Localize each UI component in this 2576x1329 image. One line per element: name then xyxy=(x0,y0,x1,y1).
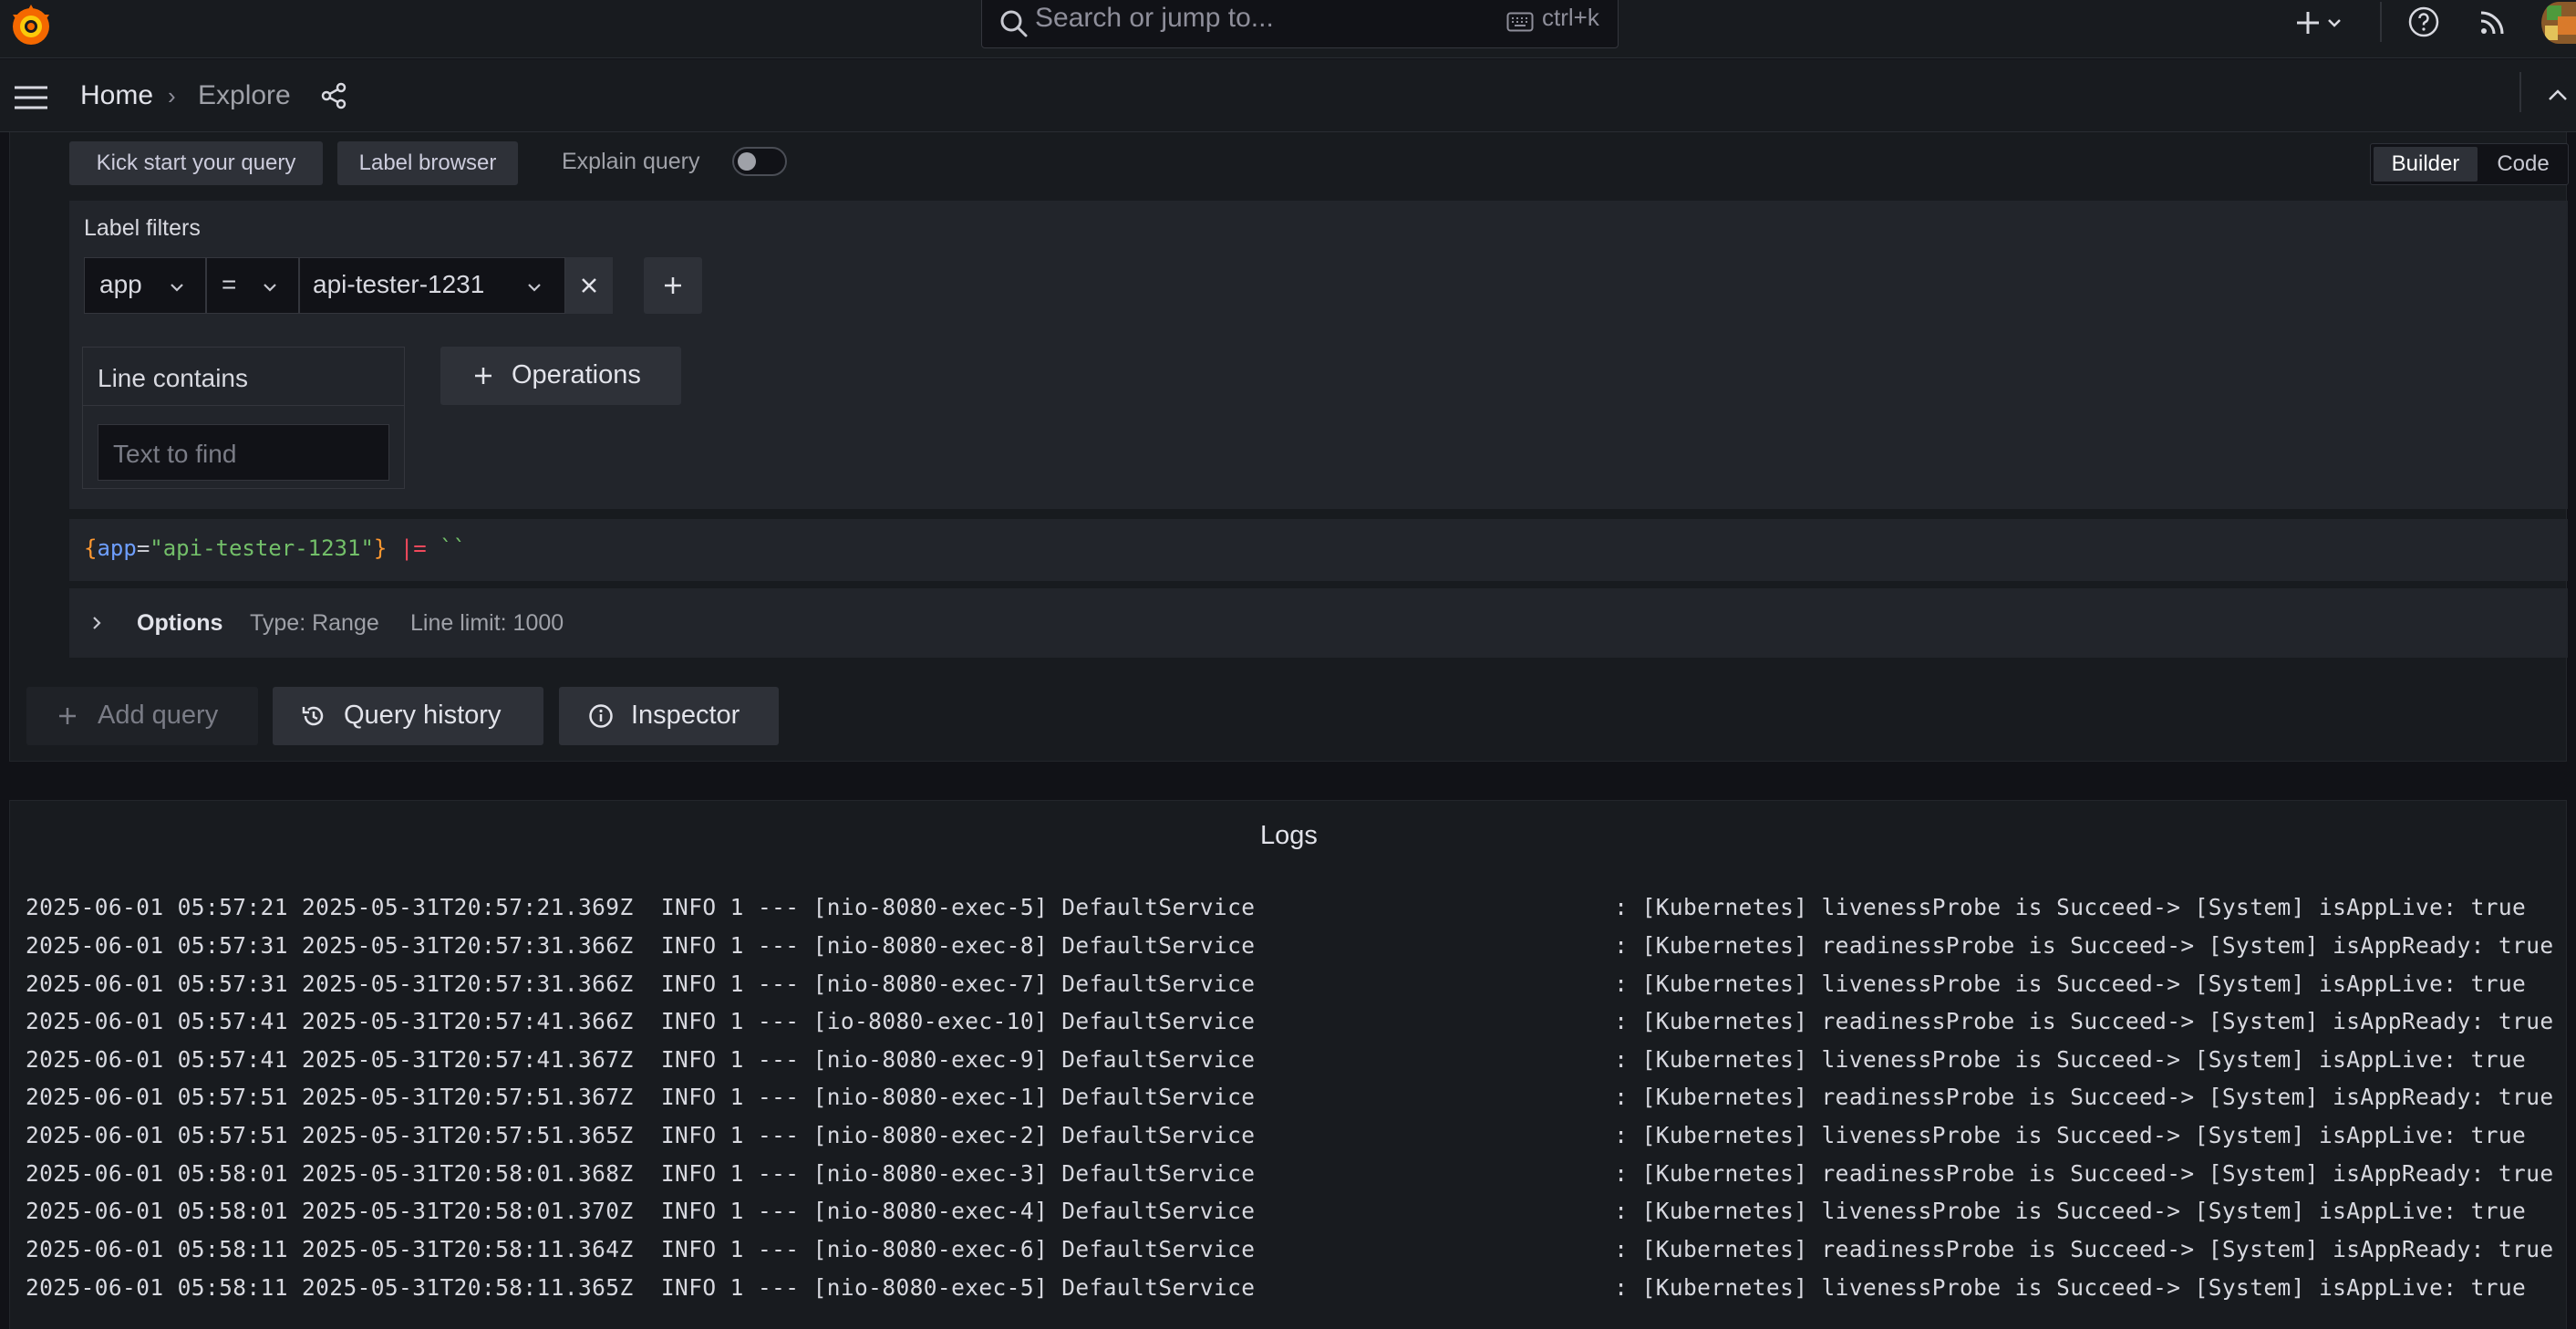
inspector-label: Inspector xyxy=(631,701,740,730)
filter-value: api-tester-1231 xyxy=(313,270,485,298)
log-line[interactable]: 2025-06-01 05:58:11 2025-05-31T20:58:11.… xyxy=(26,1274,2526,1301)
editor-mode-switch: Builder Code xyxy=(2370,143,2569,185)
history-icon xyxy=(302,706,324,726)
inspector-button[interactable]: Inspector xyxy=(559,687,779,745)
plus-icon xyxy=(59,708,76,724)
plus-icon xyxy=(475,368,491,384)
chevron-right-icon xyxy=(93,617,101,629)
new-button[interactable] xyxy=(2294,5,2345,42)
label-filters-title: Label filters xyxy=(84,215,201,241)
rss-icon[interactable] xyxy=(2477,5,2509,38)
log-line[interactable]: 2025-06-01 05:57:31 2025-05-31T20:57:31.… xyxy=(26,932,2554,959)
code-brace-close: } xyxy=(373,535,388,561)
mode-code-button[interactable]: Code xyxy=(2480,147,2566,182)
divider xyxy=(2380,2,2382,42)
add-query-label: Add query xyxy=(98,701,219,730)
avatar[interactable] xyxy=(2541,2,2576,44)
chevron-up-icon[interactable] xyxy=(2548,88,2568,101)
top-bar: Search or jump to... ctrl+k xyxy=(0,0,2576,58)
info-icon xyxy=(589,704,613,728)
add-query-button[interactable]: Add query xyxy=(26,687,258,745)
query-preview: {app="api-tester-1231"} |= `` xyxy=(69,519,2568,581)
label-browser-button[interactable]: Label browser xyxy=(337,141,518,185)
options-type: Type: Range xyxy=(250,610,379,636)
help-icon[interactable] xyxy=(2407,5,2440,38)
operations-button[interactable]: Operations xyxy=(440,347,681,405)
grafana-logo[interactable] xyxy=(7,2,55,49)
log-line[interactable]: 2025-06-01 05:58:01 2025-05-31T20:58:01.… xyxy=(26,1160,2554,1187)
log-line[interactable]: 2025-06-01 05:58:11 2025-05-31T20:58:11.… xyxy=(26,1236,2554,1262)
log-line[interactable]: 2025-06-01 05:57:21 2025-05-31T20:57:21.… xyxy=(26,894,2526,920)
log-line[interactable]: 2025-06-01 05:57:31 2025-05-31T20:57:31.… xyxy=(26,971,2526,997)
breadcrumb-bar: Home › Explore xyxy=(0,59,2576,132)
text-to-find-input[interactable]: Text to find xyxy=(98,424,389,481)
chevron-down-icon xyxy=(264,284,276,292)
divider xyxy=(2519,72,2521,112)
options-line-limit: Line limit: 1000 xyxy=(410,610,564,636)
share-icon[interactable] xyxy=(319,81,348,110)
logs-panel: Logs 2025-06-01 05:57:21 2025-05-31T20:5… xyxy=(9,800,2567,1329)
chevron-down-icon xyxy=(528,284,541,292)
query-editor: Kick start your query Label browser Expl… xyxy=(9,132,2569,762)
query-options[interactable]: Options Type: Range Line limit: 1000 xyxy=(69,588,2568,658)
mode-builder-button[interactable]: Builder xyxy=(2374,147,2478,182)
breadcrumb-home[interactable]: Home xyxy=(80,78,153,113)
code-value: "api-tester-1231" xyxy=(150,535,374,561)
plus-icon xyxy=(665,277,681,294)
log-line[interactable]: 2025-06-01 05:57:41 2025-05-31T20:57:41.… xyxy=(26,1008,2554,1034)
close-icon xyxy=(582,278,596,293)
code-label: app xyxy=(97,535,137,561)
code-equals: = xyxy=(136,535,150,561)
add-filter-button[interactable] xyxy=(644,257,702,314)
filter-label-value: app xyxy=(99,270,142,298)
options-title: Options xyxy=(137,610,223,636)
toggle-knob xyxy=(738,152,756,171)
remove-filter-button[interactable] xyxy=(565,257,613,314)
chevron-down-icon xyxy=(171,284,183,292)
logs-title: Logs xyxy=(1260,821,1318,850)
search-placeholder: Search or jump to... xyxy=(1035,3,1274,33)
filter-label-select[interactable]: app xyxy=(84,257,206,314)
query-history-button[interactable]: Query history xyxy=(273,687,543,745)
filter-operator-value: = xyxy=(222,270,237,298)
label-filters-panel: Label filters app = api-tester-1231 Line… xyxy=(69,201,2568,509)
line-contains-operation: Line contains Text to find xyxy=(82,347,405,489)
explain-query-label: Explain query xyxy=(562,149,700,174)
keyboard-icon xyxy=(1506,12,1534,32)
log-line[interactable]: 2025-06-01 05:57:51 2025-05-31T20:57:51.… xyxy=(26,1122,2526,1148)
search-input[interactable]: Search or jump to... ctrl+k xyxy=(981,0,1619,48)
breadcrumb-current: Explore xyxy=(198,80,291,110)
query-code: {app="api-tester-1231"} |= `` xyxy=(84,535,466,561)
operations-label: Operations xyxy=(512,360,641,389)
log-line[interactable]: 2025-06-01 05:57:41 2025-05-31T20:57:41.… xyxy=(26,1046,2526,1073)
menu-icon[interactable] xyxy=(13,85,49,110)
explain-query-toggle[interactable] xyxy=(732,147,787,176)
log-line[interactable]: 2025-06-01 05:57:51 2025-05-31T20:57:51.… xyxy=(26,1084,2554,1110)
code-backticks: `` xyxy=(440,535,467,561)
code-pipe: |= xyxy=(399,535,427,561)
filter-operator-select[interactable]: = xyxy=(206,257,299,314)
query-history-label: Query history xyxy=(344,701,502,730)
kick-start-query-button[interactable]: Kick start your query xyxy=(69,141,323,185)
chevron-down-icon xyxy=(2328,19,2341,27)
operation-title: Line contains xyxy=(83,348,404,406)
code-brace-open: { xyxy=(84,535,98,561)
plus-icon xyxy=(2297,12,2319,34)
search-shortcut: ctrl+k xyxy=(1542,4,1599,31)
breadcrumb-separator-icon: › xyxy=(168,82,176,109)
log-line[interactable]: 2025-06-01 05:58:01 2025-05-31T20:58:01.… xyxy=(26,1198,2526,1224)
filter-value-select[interactable]: api-tester-1231 xyxy=(299,257,565,314)
search-icon xyxy=(1000,10,1028,37)
